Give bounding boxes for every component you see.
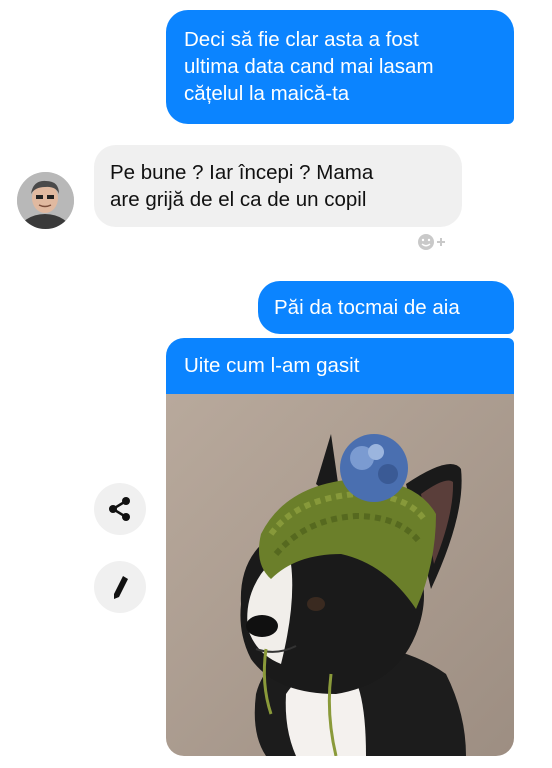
share-icon (109, 497, 130, 521)
edit-button[interactable] (94, 561, 146, 613)
outgoing-message-bubble[interactable]: Deci să fie clar asta a fost ultima data… (166, 10, 514, 124)
contact-avatar[interactable] (17, 172, 74, 229)
share-button[interactable] (94, 483, 146, 535)
outgoing-message-bubble: Uite cum l-am gasit (166, 338, 514, 394)
photo-message[interactable]: Uite cum l-am gasit (166, 338, 514, 756)
dog-photo[interactable] (166, 394, 514, 756)
outgoing-message-bubble[interactable]: Păi da tocmai de aia (258, 281, 514, 334)
add-reaction-icon[interactable] (414, 231, 454, 253)
incoming-message-bubble[interactable]: Pe bune ? Iar începi ? Mama are grijă de… (94, 145, 462, 227)
avatar-photo (17, 172, 74, 229)
pencil-icon (114, 576, 128, 599)
